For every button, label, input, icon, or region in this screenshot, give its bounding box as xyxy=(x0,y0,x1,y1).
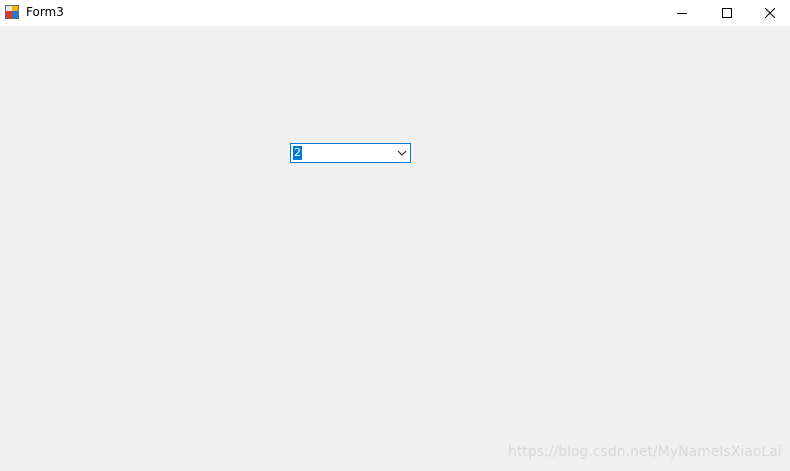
maximize-icon xyxy=(722,8,732,18)
title-bar[interactable]: Form3 xyxy=(0,0,790,26)
window-title: Form3 xyxy=(26,5,64,19)
chevron-down-icon[interactable] xyxy=(397,149,407,157)
close-icon xyxy=(764,8,775,18)
close-button[interactable] xyxy=(749,0,790,26)
minimize-icon xyxy=(677,13,687,14)
maximize-button[interactable] xyxy=(704,0,750,26)
watermark-text: https://blog.csdn.net/MyNameIsXiaoLai xyxy=(508,444,782,460)
form-client-area xyxy=(0,26,790,471)
form-app-icon[interactable] xyxy=(5,5,19,19)
combobox[interactable]: 2 xyxy=(290,143,411,163)
minimize-button[interactable] xyxy=(659,0,705,26)
form3-window: Form3 2 https://blog.csdn.net/MyNameIsXi… xyxy=(0,0,790,471)
combobox-selected-value[interactable]: 2 xyxy=(293,146,302,160)
